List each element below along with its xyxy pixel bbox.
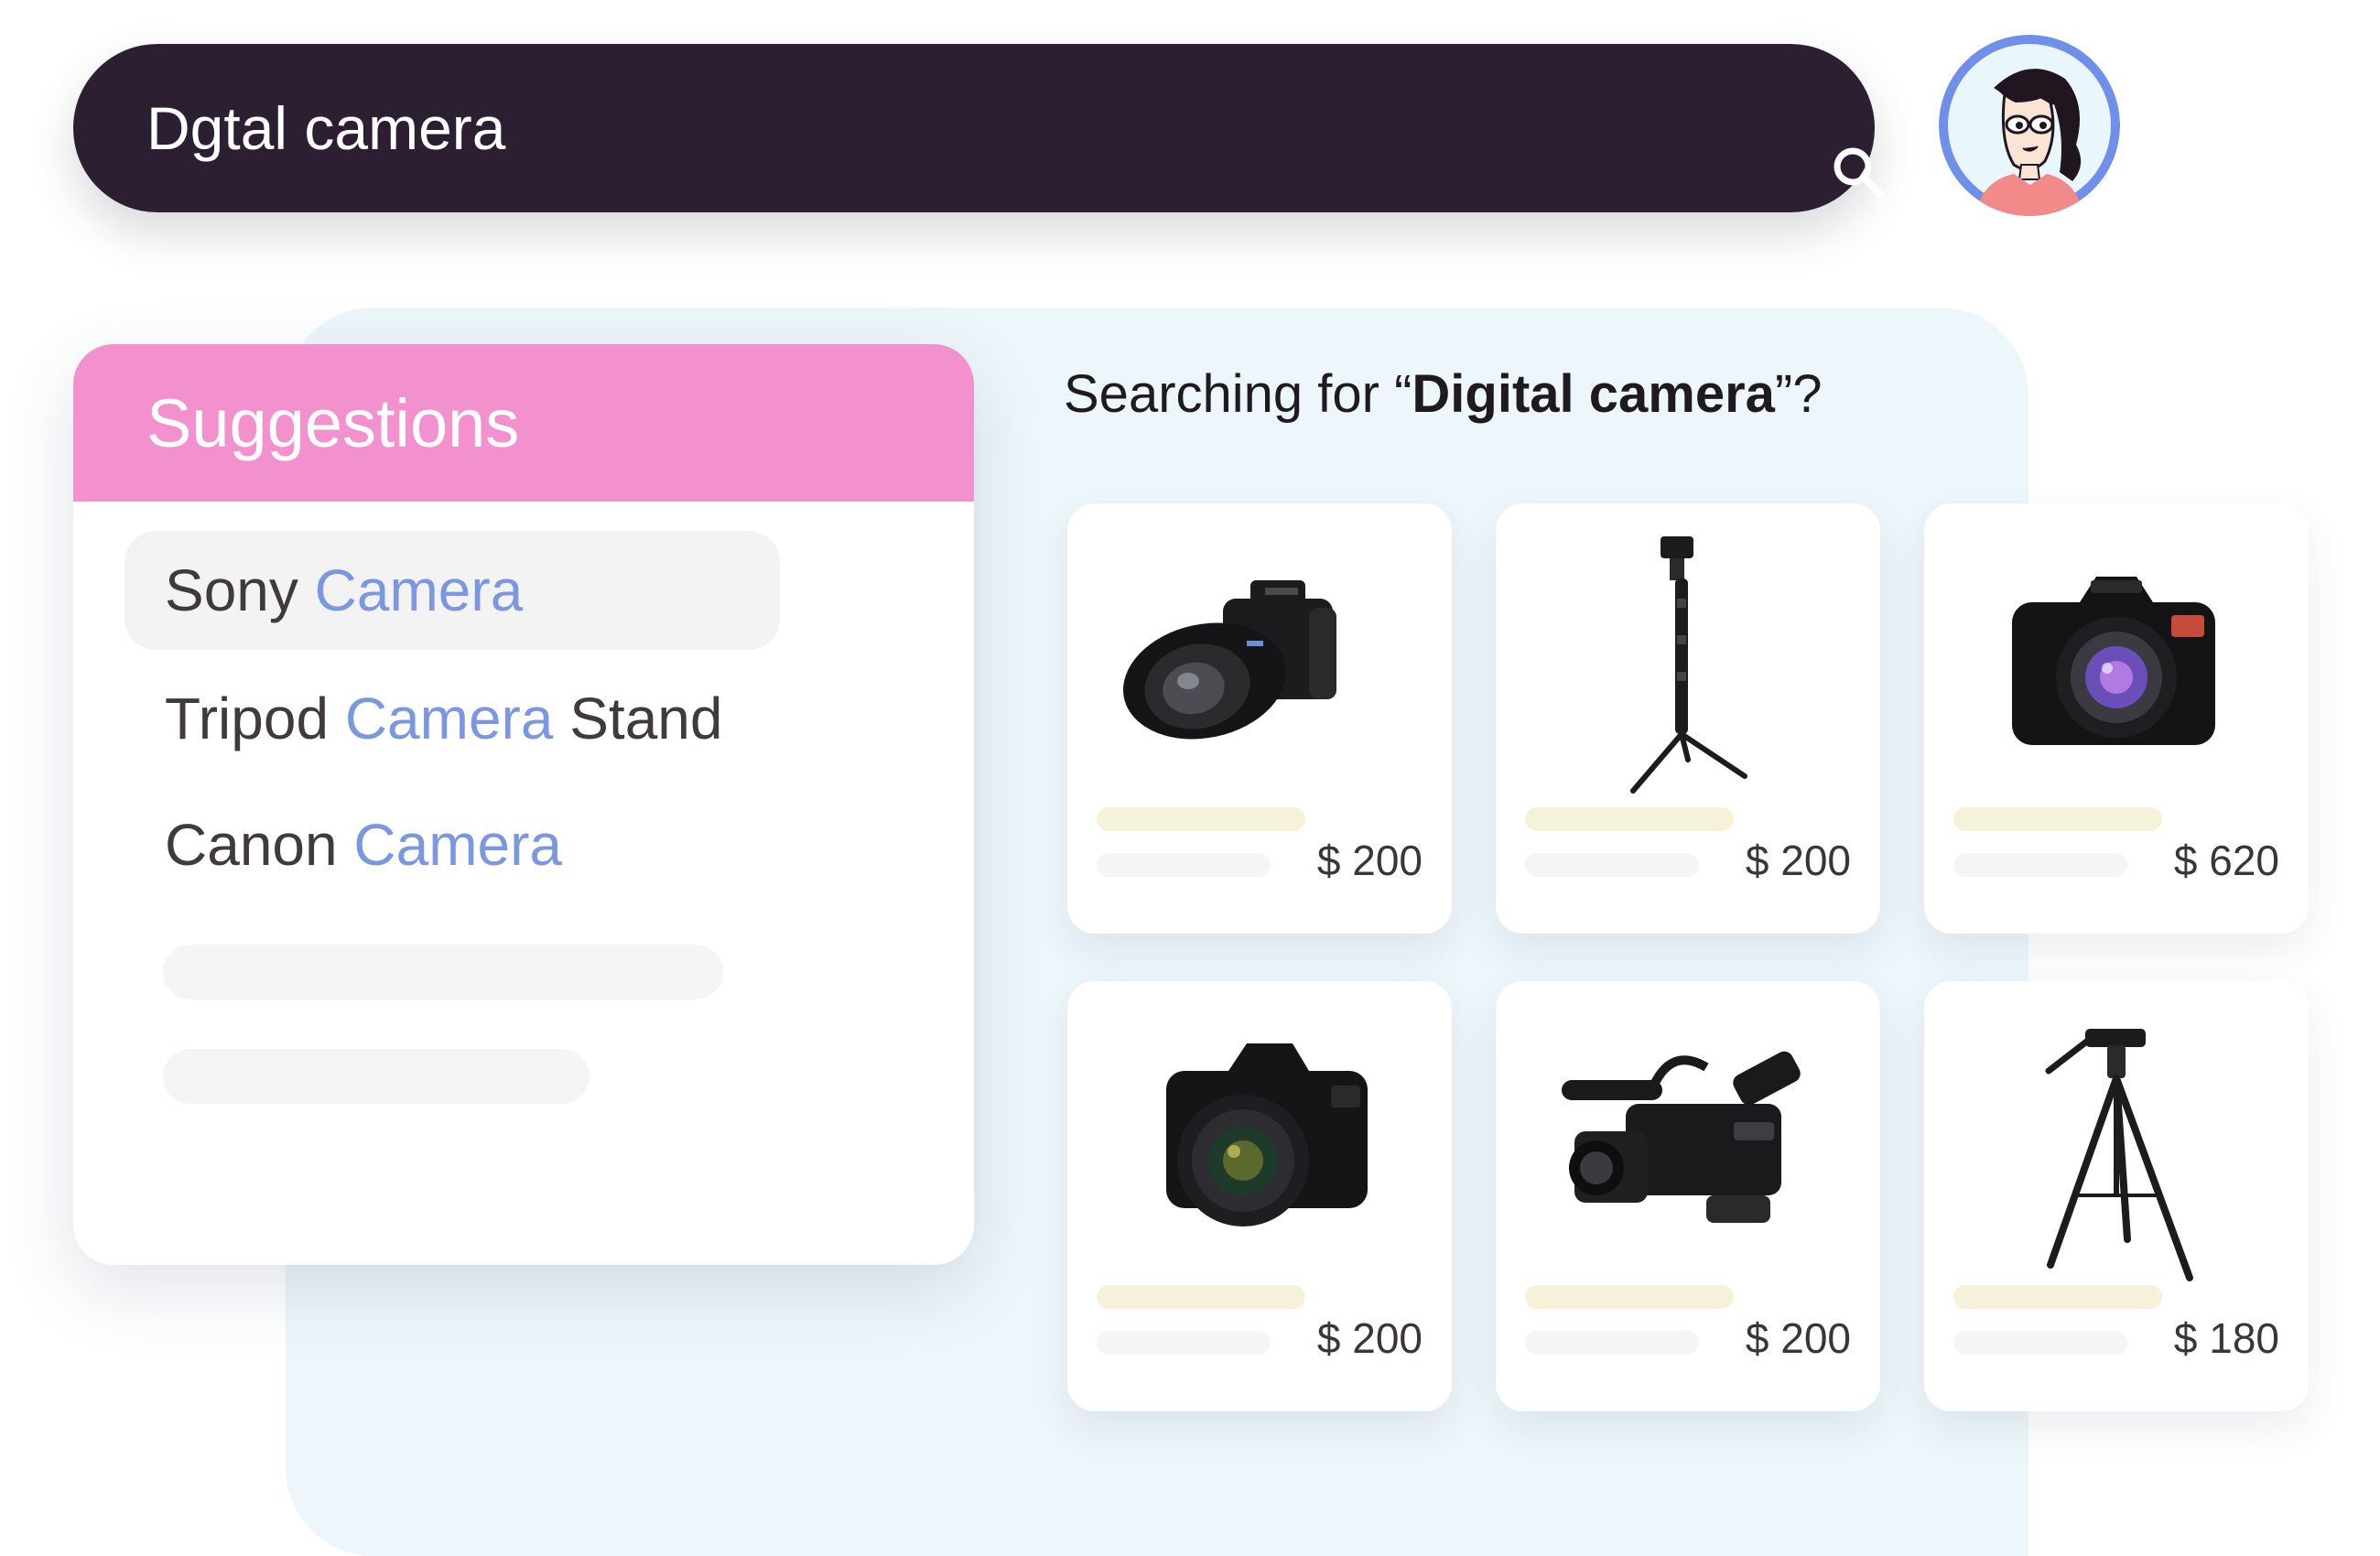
query-suffix: ”? [1774, 364, 1823, 424]
query-prefix: Searching for “ [1064, 364, 1412, 424]
suggestion-highlight: Camera [344, 686, 554, 751]
product-price: $ 200 [1316, 1314, 1423, 1362]
product-card[interactable]: $ 180 [1924, 981, 2309, 1411]
tripod-icon [1970, 1003, 2263, 1296]
product-subtitle-placeholder [1953, 1331, 2127, 1355]
gimbal-stick-icon [1542, 525, 1834, 818]
suggestion-text: Tripod [165, 686, 345, 751]
product-price: $ 180 [2173, 1314, 2279, 1362]
product-title-placeholder [1097, 807, 1305, 831]
suggestion-item-canon-camera[interactable]: Canon Camera [124, 785, 780, 904]
product-price: $ 200 [1745, 837, 1851, 884]
product-subtitle-placeholder [1525, 853, 1699, 877]
dslr-camera-icon [1970, 525, 2263, 818]
suggestions-dropdown: Suggestions Sony Camera Tripod Camera St… [73, 344, 974, 1265]
suggestions-header: Suggestions [73, 344, 974, 502]
suggestion-item-tripod-camera-stand[interactable]: Tripod Camera Stand [124, 659, 820, 778]
product-subtitle-placeholder [1097, 853, 1271, 877]
product-card[interactable]: $ 620 [1924, 503, 2309, 934]
product-price: $ 200 [1745, 1314, 1851, 1362]
product-subtitle-placeholder [1097, 1331, 1271, 1355]
product-title-placeholder [1525, 807, 1734, 831]
search-bar [73, 44, 1884, 212]
suggestion-highlight: Camera [353, 812, 562, 878]
suggestion-item-sony-camera[interactable]: Sony Camera [124, 531, 780, 650]
user-avatar[interactable] [1939, 35, 2120, 216]
query-term[interactable]: Digital camera [1412, 364, 1775, 424]
suggestions-title: Suggestions [146, 385, 520, 461]
suggestion-placeholder [163, 1049, 590, 1104]
search-correction-heading: Searching for “Digital camera”? [1064, 362, 1823, 427]
product-title-placeholder [1953, 1285, 2162, 1309]
product-title-placeholder [1097, 1285, 1305, 1309]
search-icon[interactable] [1829, 143, 1888, 201]
suggestion-text: Stand [553, 686, 723, 751]
product-price: $ 620 [2173, 837, 2279, 884]
product-card[interactable]: $ 200 [1496, 981, 1880, 1411]
product-title-placeholder [1953, 807, 2162, 831]
product-subtitle-placeholder [1525, 1331, 1699, 1355]
product-subtitle-placeholder [1953, 853, 2127, 877]
suggestion-placeholder [163, 945, 723, 1000]
suggestion-text: Canon [165, 812, 354, 878]
suggestion-highlight: Camera [314, 557, 524, 623]
suggestion-text: Sony [165, 557, 315, 623]
search-input[interactable] [146, 44, 1611, 212]
camcorder-icon [1542, 1003, 1834, 1296]
product-price: $ 200 [1316, 837, 1423, 884]
product-card[interactable]: $ 200 [1067, 503, 1452, 934]
product-card[interactable]: $ 200 [1067, 981, 1452, 1411]
canon-dslr-icon [1113, 1003, 1406, 1296]
product-title-placeholder [1525, 1285, 1734, 1309]
product-card[interactable]: $ 200 [1496, 503, 1880, 934]
mirrorless-camera-icon [1113, 525, 1406, 818]
